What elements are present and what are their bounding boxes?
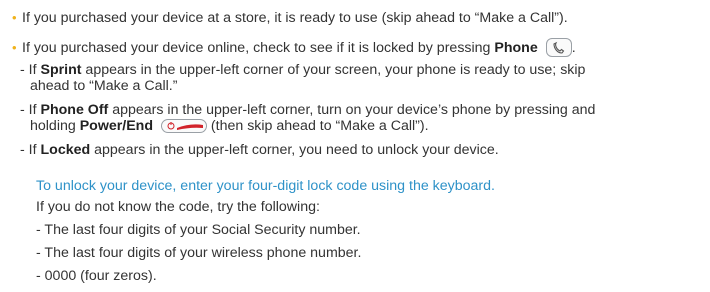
unlock-option: - The last four digits of your Social Se… (36, 222, 361, 238)
bullet-icon: • (12, 10, 17, 25)
sub-item-prefix: - If (20, 62, 41, 78)
list-item-text: If you purchased your device online, che… (22, 40, 495, 56)
sprint-label: Sprint (40, 62, 82, 78)
sub-item-text: (then skip ahead to “Make a Call”). (206, 118, 429, 134)
sub-item-prefix: - If (20, 142, 41, 158)
sub-item-text: appears in the upper-left corner, turn o… (108, 102, 596, 118)
unlock-option: - The last four digits of your wireless … (36, 245, 362, 261)
sub-item-sprint-line2: ahead to “Make a Call.” (30, 78, 177, 95)
locked-label: Locked (40, 142, 91, 158)
sub-item-locked: - If Locked appears in the upper-left co… (20, 142, 499, 159)
sub-item-text: appears in the upper-left corner of your… (81, 62, 586, 78)
power-end-label: Power/End (79, 118, 154, 134)
sub-item-sprint-line1: - If Sprint appears in the upper-left co… (20, 62, 585, 79)
sub-item-text: appears in the upper-left corner, you ne… (90, 142, 499, 158)
sub-item-text: holding (30, 118, 80, 134)
unlock-option: - 0000 (four zeros). (36, 268, 157, 284)
period-text: . (571, 40, 576, 56)
bullet-icon: • (12, 40, 17, 55)
unlock-intro: If you do not know the code, try the fol… (36, 199, 320, 215)
instructions-page: • If you purchased your device at a store… (0, 0, 710, 292)
list-item-text: If you purchased your device at a store,… (22, 10, 568, 26)
unlock-heading: To unlock your device, enter your four-d… (36, 178, 495, 194)
sub-item-phone-off-line2: holding Power/End (then skip ahead to “M… (30, 118, 429, 135)
power-end-key-icon (160, 119, 207, 133)
phone-key-icon (545, 38, 572, 57)
list-item-store: • If you purchased your device at a store… (12, 9, 568, 27)
sub-item-prefix: - If (20, 102, 41, 118)
sub-item-text: ahead to “Make a Call.” (30, 78, 178, 94)
phone-off-label: Phone Off (40, 102, 109, 118)
phone-key-label: Phone (494, 40, 538, 56)
sub-item-phone-off-line1: - If Phone Off appears in the upper-left… (20, 102, 595, 119)
list-item-online: • If you purchased your device online, ch… (12, 38, 576, 57)
